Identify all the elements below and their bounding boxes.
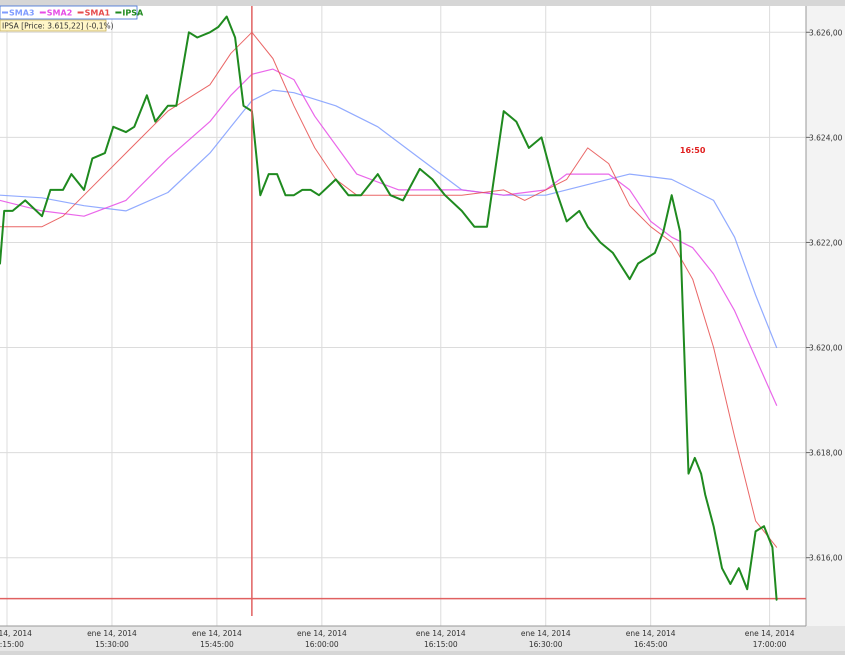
x-tick-time: 15:30:00 <box>95 640 129 649</box>
plot-area[interactable] <box>0 6 806 626</box>
y-tick-label: 3.624,00 <box>809 133 843 142</box>
price-info-label: IPSA [Price: 3.615,22] (-0,1%) <box>2 22 114 31</box>
x-tick-time: 15:15:00 <box>0 640 24 649</box>
legend-label-sma3: SMA3 <box>9 9 34 18</box>
x-tick-date: ene 14, 2014 <box>0 629 32 638</box>
legend: SMA3 SMA2 SMA1 IPSA <box>0 5 144 20</box>
cursor-time-label: 16:50 <box>680 146 706 155</box>
x-tick-time: 17:00:00 <box>753 640 787 649</box>
x-tick-date: ene 14, 2014 <box>626 629 676 638</box>
y-tick-label: 3.622,00 <box>809 238 843 247</box>
x-tick-date: ene 14, 2014 <box>745 629 795 638</box>
x-tick-date: ene 14, 2014 <box>416 629 466 638</box>
x-tick-date: ene 14, 2014 <box>87 629 137 638</box>
price-info: IPSA [Price: 3.615,22] (-0,1%) <box>0 19 114 32</box>
y-axis-panel <box>806 6 845 626</box>
legend-label-sma2: SMA2 <box>47 9 72 18</box>
x-tick-time: 16:00:00 <box>305 640 339 649</box>
y-tick-label: 3.620,00 <box>809 344 843 353</box>
chart-container: 3.626,00 3.624,00 3.622,00 3.620,00 3.618,00… <box>0 0 845 651</box>
x-tick-time: 16:45:00 <box>634 640 668 649</box>
x-tick-date: ene 14, 2014 <box>192 629 242 638</box>
y-tick-label: 3.626,00 <box>809 28 843 37</box>
y-tick-label: 3.616,00 <box>809 554 843 563</box>
x-tick-date: ene 14, 2014 <box>297 629 347 638</box>
x-tick-time: 16:30:00 <box>529 640 563 649</box>
x-tick-time: 15:45:00 <box>200 640 234 649</box>
legend-label-ipsa: IPSA <box>122 9 144 18</box>
y-tick-label: 3.618,00 <box>809 449 843 458</box>
x-tick-time: 16:15:00 <box>424 640 458 649</box>
legend-label-sma1: SMA1 <box>85 9 111 18</box>
x-tick-date: ene 14, 2014 <box>521 629 571 638</box>
line-chart: 3.626,00 3.624,00 3.622,00 3.620,00 3.618,00… <box>0 5 845 651</box>
